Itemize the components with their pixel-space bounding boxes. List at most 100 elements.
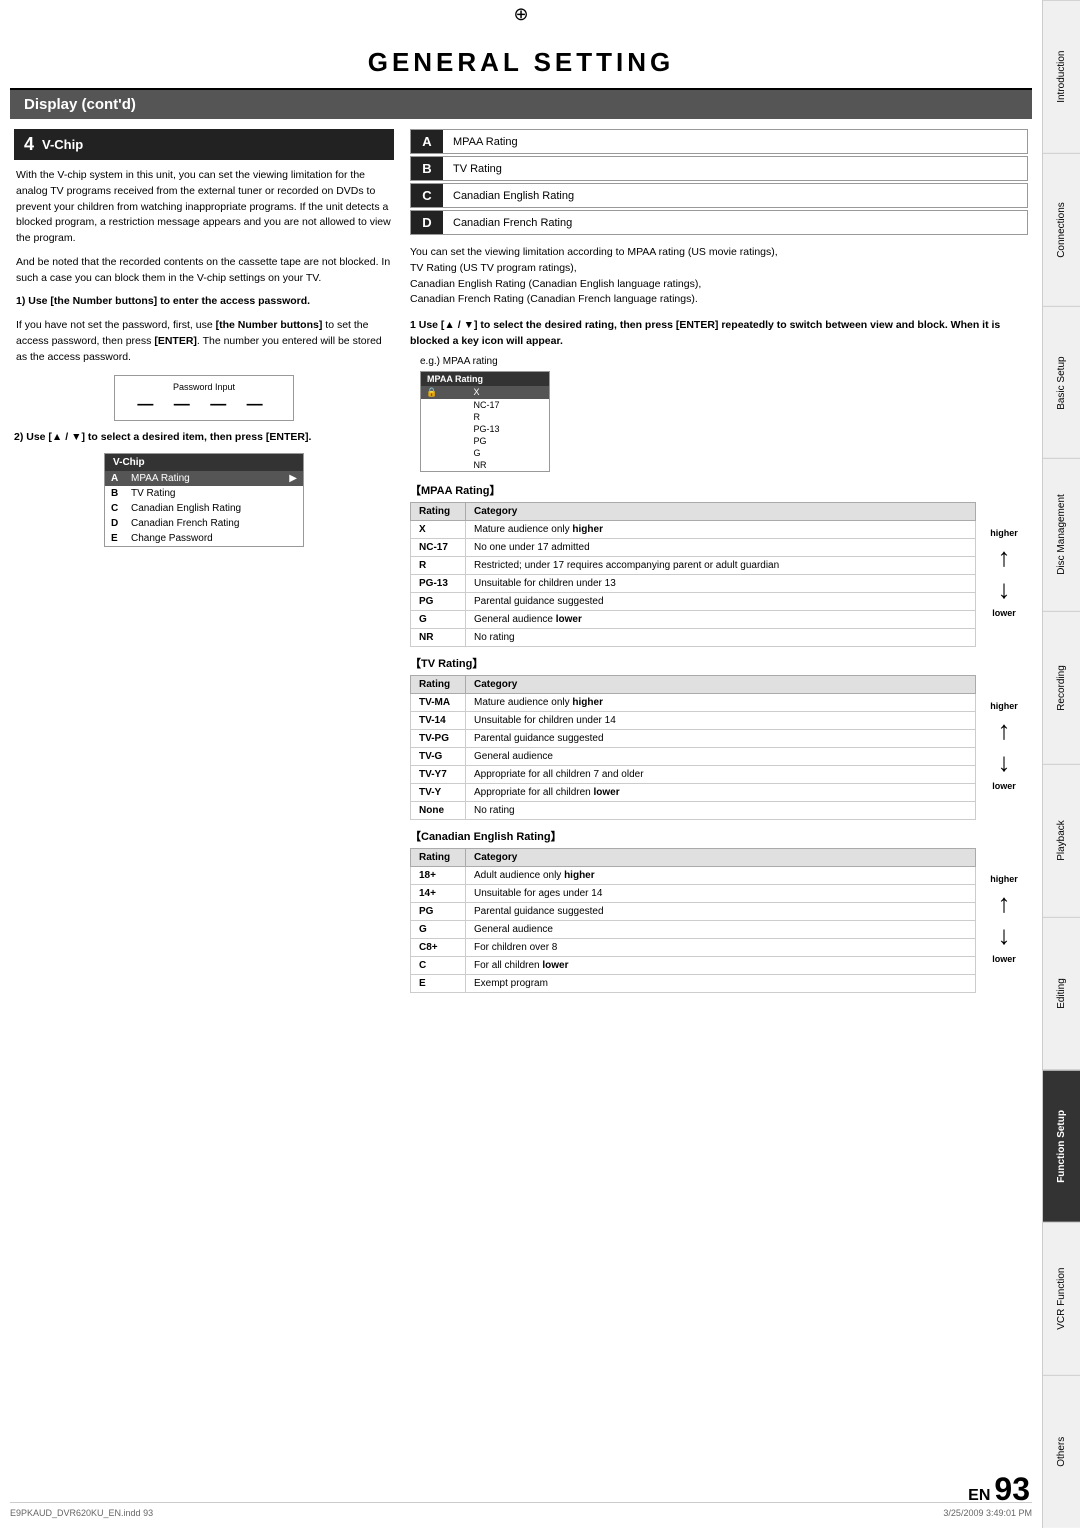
tv-cat-tvpg: Parental guidance suggested xyxy=(466,729,976,747)
tv-higher-label: higher xyxy=(990,701,1018,711)
tv-cat-tvy: Appropriate for all children lower xyxy=(466,783,976,801)
tv-val-tvy: TV-Y xyxy=(411,783,466,801)
ce-hl-arrows: higher ↑ ↓ lower xyxy=(982,870,1026,993)
tv-row-tvy: TV-Y Appropriate for all children lower xyxy=(411,783,976,801)
tv-val-tv14: TV-14 xyxy=(411,711,466,729)
ce-val-18: 18+ xyxy=(411,866,466,884)
vchip-menu: V-Chip A MPAA Rating ▶ B TV Rating C Can xyxy=(104,453,304,547)
top-symbol: ⊕ xyxy=(10,0,1032,27)
ce-val-e: E xyxy=(411,974,466,992)
mpaa-mini-table: 🔒 X NC-17 R PG-13 PG xyxy=(421,386,549,471)
ce-down-arrow: ↓ xyxy=(998,922,1011,948)
mpaa-mini-title: MPAA Rating xyxy=(421,372,549,386)
tv-cat-tvma: Mature audience only higher xyxy=(466,693,976,711)
mpaa-cat-g: General audience lower xyxy=(466,610,976,628)
tv-row-tvma: TV-MA Mature audience only higher xyxy=(411,693,976,711)
vchip-item-e: E Change Password xyxy=(105,531,303,546)
letter-row-a: A MPAA Rating xyxy=(410,129,1028,154)
tab-recording[interactable]: Recording xyxy=(1043,611,1080,764)
page-number: 93 xyxy=(994,1471,1030,1508)
tv-val-tvpg: TV-PG xyxy=(411,729,466,747)
vchip-menu-table: A MPAA Rating ▶ B TV Rating C Canadian E… xyxy=(105,471,303,546)
step4-title: V-Chip xyxy=(42,137,83,152)
mpaa-row-pg: PG Parental guidance suggested xyxy=(411,592,976,610)
tv-section-title: 【TV Rating】 xyxy=(410,655,1028,671)
mpaa-mini-r: R xyxy=(468,411,549,423)
bottom-bar: E9PKAUD_DVR620KU_EN.indd 93 3/25/2009 3:… xyxy=(10,1502,1032,1518)
ce-val-c8: C8+ xyxy=(411,938,466,956)
ce-th-category: Category xyxy=(466,848,976,866)
ce-row-14: 14+ Unsuitable for ages under 14 xyxy=(411,884,976,902)
ce-row-c: C For all children lower xyxy=(411,956,976,974)
page-title: GENERAL SETTING xyxy=(10,27,1032,90)
tv-cat-none: No rating xyxy=(466,801,976,819)
tv-row-tvpg: TV-PG Parental guidance suggested xyxy=(411,729,976,747)
mpaa-mini-row-r: R xyxy=(421,411,549,423)
mpaa-mini-lock: 🔒 xyxy=(421,386,468,399)
mpaa-row-nc17: NC-17 No one under 17 admitted xyxy=(411,538,976,556)
vchip-item-d: D Canadian French Rating xyxy=(105,516,303,531)
vchip-menu-title: V-Chip xyxy=(105,454,303,471)
tv-rating-table: Rating Category TV-MA Mature audience on… xyxy=(410,675,976,820)
password-label: Password Input xyxy=(125,382,283,392)
tv-th-rating: Rating xyxy=(411,675,466,693)
tab-playback[interactable]: Playback xyxy=(1043,764,1080,917)
tab-editing[interactable]: Editing xyxy=(1043,917,1080,1070)
ce-th-rating: Rating xyxy=(411,848,466,866)
mpaa-cat-r: Restricted; under 17 requires accompanyi… xyxy=(466,556,976,574)
tab-introduction[interactable]: Introduction xyxy=(1043,0,1080,153)
letter-row-d: D Canadian French Rating xyxy=(410,210,1028,235)
ce-row-pg: PG Parental guidance suggested xyxy=(411,902,976,920)
mpaa-cat-nc17: No one under 17 admitted xyxy=(466,538,976,556)
ce-higher-label: higher xyxy=(990,874,1018,884)
mpaa-mini-row-pg13: PG-13 xyxy=(421,423,549,435)
mpaa-mini-row-nr: NR xyxy=(421,459,549,471)
tab-vcr-function[interactable]: VCR Function xyxy=(1043,1222,1080,1375)
tab-function-setup[interactable]: Function Setup xyxy=(1043,1070,1080,1223)
letter-row-b: B TV Rating xyxy=(410,156,1028,181)
tv-val-none: None xyxy=(411,801,466,819)
bottom-right-text: 3/25/2009 3:49:01 PM xyxy=(943,1508,1032,1518)
mpaa-row-r: R Restricted; under 17 requires accompan… xyxy=(411,556,976,574)
label-tv: TV Rating xyxy=(443,157,1027,180)
vchip-label-e: Change Password xyxy=(125,531,303,546)
mpaa-higher-label: higher xyxy=(990,528,1018,538)
tab-others[interactable]: Others xyxy=(1043,1375,1080,1528)
mpaa-val-g: G xyxy=(411,610,466,628)
sidebar-tabs: Introduction Connections Basic Setup Dis… xyxy=(1042,0,1080,1528)
mpaa-val-pg13: PG-13 xyxy=(411,574,466,592)
mpaa-mini-row-nc17: NC-17 xyxy=(421,399,549,411)
tv-row-tvy7: TV-Y7 Appropriate for all children 7 and… xyxy=(411,765,976,783)
tv-table-wrapper: Rating Category TV-MA Mature audience on… xyxy=(410,675,976,820)
step1-body: If you have not set the password, first,… xyxy=(14,318,394,365)
mpaa-mini-box: MPAA Rating 🔒 X NC-17 R PG- xyxy=(420,371,550,472)
eg-text: e.g.) MPAA rating xyxy=(410,356,1028,367)
vchip-label-d: Canadian French Rating xyxy=(125,516,303,531)
tv-up-arrow: ↑ xyxy=(998,717,1011,743)
tv-val-tvy7: TV-Y7 xyxy=(411,765,466,783)
vchip-letter-a: A xyxy=(105,471,125,486)
bold-instruction: 1 Use [▲ / ▼] to select the desired rati… xyxy=(410,318,1028,350)
tv-val-tvma: TV-MA xyxy=(411,693,466,711)
vchip-label-b: TV Rating xyxy=(125,486,303,501)
tv-cat-tvy7: Appropriate for all children 7 and older xyxy=(466,765,976,783)
vchip-letter-d: D xyxy=(105,516,125,531)
mpaa-mini-pg13: PG-13 xyxy=(468,423,549,435)
vchip-label-a: MPAA Rating ▶ xyxy=(125,471,303,486)
tab-disc-management[interactable]: Disc Management xyxy=(1043,458,1080,611)
mpaa-lower-label: lower xyxy=(992,608,1016,618)
tab-connections[interactable]: Connections xyxy=(1043,153,1080,306)
ce-row-18: 18+ Adult audience only higher xyxy=(411,866,976,884)
mpaa-cat-nr: No rating xyxy=(466,628,976,646)
mpaa-cat-x: Mature audience only higher xyxy=(466,520,976,538)
canadian-english-wrapper: Rating Category 18+ Adult audience only … xyxy=(410,848,976,993)
tv-lower-label: lower xyxy=(992,781,1016,791)
section-header: Display (cont'd) xyxy=(10,90,1032,119)
tv-row-tvg: TV-G General audience xyxy=(411,747,976,765)
tab-basic-setup[interactable]: Basic Setup xyxy=(1043,306,1080,459)
mpaa-mini-nc17: NC-17 xyxy=(468,399,549,411)
mpaa-mini-row-pg: PG xyxy=(421,435,549,447)
step1-title: 1) Use [the Number buttons] to enter the… xyxy=(14,294,394,310)
ce-val-pg: PG xyxy=(411,902,466,920)
ce-val-g: G xyxy=(411,920,466,938)
